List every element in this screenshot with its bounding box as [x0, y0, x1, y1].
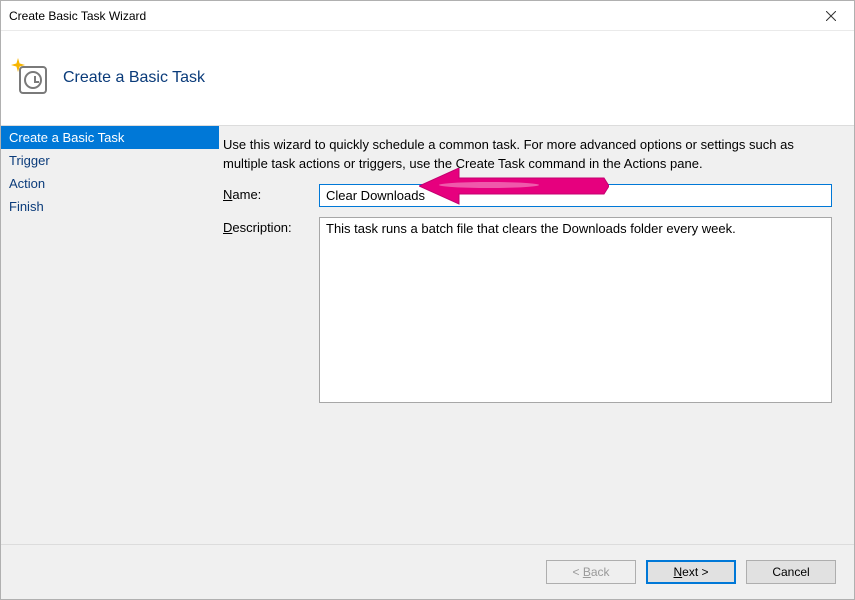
- step-action[interactable]: Action: [1, 172, 219, 195]
- titlebar: Create Basic Task Wizard: [1, 1, 854, 31]
- wizard-main: Use this wizard to quickly schedule a co…: [219, 126, 854, 544]
- intro-text: Use this wizard to quickly schedule a co…: [223, 136, 832, 174]
- wizard-body: Create a Basic Task Trigger Action Finis…: [1, 126, 854, 544]
- close-icon: [826, 11, 836, 21]
- description-input[interactable]: This task runs a batch file that clears …: [319, 217, 832, 403]
- name-row: Name:: [223, 184, 832, 207]
- next-button[interactable]: Next >: [646, 560, 736, 584]
- step-create-basic-task[interactable]: Create a Basic Task: [1, 126, 219, 149]
- cancel-button[interactable]: Cancel: [746, 560, 836, 584]
- wizard-icon: [13, 60, 49, 96]
- name-label: Name:: [223, 184, 319, 202]
- wizard-footer: < Back Next > Cancel: [1, 544, 854, 599]
- description-row: Description: This task runs a batch file…: [223, 217, 832, 403]
- name-input[interactable]: [319, 184, 832, 207]
- window-title: Create Basic Task Wizard: [9, 9, 146, 23]
- description-label: Description:: [223, 217, 319, 235]
- wizard-header: Create a Basic Task: [1, 31, 854, 126]
- close-button[interactable]: [808, 1, 854, 31]
- sparkle-icon: [11, 58, 25, 72]
- back-button: < Back: [546, 560, 636, 584]
- wizard-window: Create Basic Task Wizard Create a Basic …: [0, 0, 855, 600]
- page-title: Create a Basic Task: [63, 69, 205, 87]
- step-sidebar: Create a Basic Task Trigger Action Finis…: [1, 126, 219, 544]
- step-finish[interactable]: Finish: [1, 195, 219, 218]
- step-trigger[interactable]: Trigger: [1, 149, 219, 172]
